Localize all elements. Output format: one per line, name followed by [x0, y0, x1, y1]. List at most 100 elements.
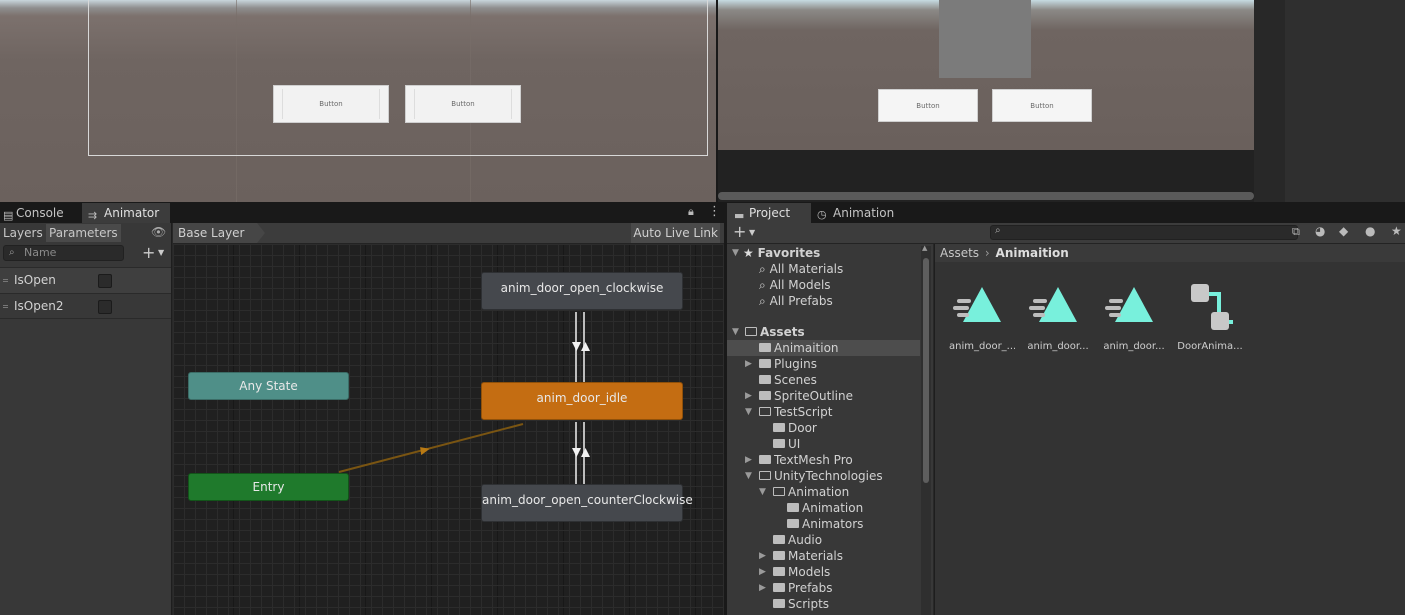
- expand-arrow-icon[interactable]: ▶: [745, 356, 752, 372]
- expand-arrow-icon[interactable]: ▼: [732, 327, 739, 337]
- folder-open-icon: [773, 487, 785, 496]
- tree-item[interactable]: ▶ Prefabs: [759, 580, 833, 596]
- entry-transition[interactable]: [338, 423, 524, 473]
- subtab-parameters[interactable]: Parameters: [46, 224, 121, 242]
- breadcrumb-assets[interactable]: Assets: [940, 246, 979, 260]
- filter-by-type-icon[interactable]: ◕: [1315, 224, 1325, 238]
- tab-animator[interactable]: ⇉ Animator: [82, 203, 170, 223]
- tree-item[interactable]: ▼ Animation: [759, 484, 850, 500]
- state-idle-default[interactable]: anim_door_idle: [481, 382, 683, 420]
- scroll-up-icon[interactable]: ▲: [922, 244, 927, 252]
- tree-item[interactable]: Audio: [773, 532, 822, 548]
- state-any-state[interactable]: Any State: [188, 372, 349, 400]
- asset-item[interactable]: anim_door...: [1101, 284, 1167, 352]
- tree-item[interactable]: ▼ UnityTechnologies: [745, 468, 883, 484]
- favorite-item[interactable]: ⌕ All Materials: [759, 261, 843, 277]
- tree-item[interactable]: UI: [773, 436, 800, 452]
- transition-arrow-down-icon: [572, 448, 581, 457]
- tree-item[interactable]: Door: [773, 420, 817, 436]
- expand-arrow-icon[interactable]: ▶: [745, 388, 752, 404]
- tree-item[interactable]: Scenes: [759, 372, 817, 388]
- tree-item[interactable]: Animation: [787, 500, 863, 516]
- tag-icon[interactable]: ◆: [1339, 224, 1348, 238]
- favorite-item[interactable]: ⌕ All Prefabs: [759, 293, 833, 309]
- folder-icon: [773, 439, 785, 448]
- asset-item[interactable]: anim_door...: [1025, 284, 1091, 352]
- tree-item-label: Animators: [802, 517, 864, 531]
- parameter-row[interactable]: IsOpen2: [0, 293, 171, 319]
- chevron-down-icon[interactable]: ▼: [749, 228, 755, 237]
- favorites-header[interactable]: ★ Favorites: [743, 245, 820, 261]
- game-view[interactable]: Button Button: [718, 0, 1254, 202]
- scene-view[interactable]: Button Button: [0, 0, 716, 202]
- folder-icon: [759, 359, 771, 368]
- search-by-type-icon[interactable]: ⧉: [1292, 225, 1300, 239]
- expand-arrow-icon[interactable]: ▼: [745, 468, 752, 484]
- add-parameter-button[interactable]: +: [142, 243, 155, 262]
- chevron-down-icon[interactable]: ▼: [158, 248, 164, 257]
- tree-item[interactable]: Scripts: [773, 596, 829, 612]
- expand-arrow-icon[interactable]: ▼: [732, 248, 739, 258]
- tree-item[interactable]: ▶ TextMesh Pro: [745, 452, 853, 468]
- state-clockwise[interactable]: anim_door_open_clockwise: [481, 272, 683, 310]
- parameter-checkbox[interactable]: [98, 300, 112, 314]
- animation-clip-icon: [1105, 287, 1153, 322]
- tab-project[interactable]: ▬ Project: [727, 203, 811, 223]
- breadcrumb-current[interactable]: Animaition: [996, 246, 1069, 260]
- state-entry[interactable]: Entry: [188, 473, 349, 501]
- expand-arrow-icon[interactable]: ▼: [759, 484, 766, 500]
- subtab-layers[interactable]: Layers: [0, 224, 46, 242]
- search-icon: ⌕: [759, 262, 766, 276]
- parameter-checkbox[interactable]: [98, 274, 112, 288]
- expand-arrow-icon[interactable]: ▶: [759, 564, 766, 580]
- asset-item[interactable]: anim_door_...: [949, 284, 1015, 352]
- breadcrumb-separator-icon: ›: [984, 246, 990, 260]
- state-machine-graph[interactable]: anim_door_open_clockwise anim_door_idle …: [173, 244, 724, 615]
- assets-root[interactable]: Assets: [745, 324, 805, 340]
- tree-item[interactable]: ▶ Materials: [759, 548, 843, 564]
- lock-icon[interactable]: 🔒︎: [688, 205, 694, 219]
- expand-arrow-icon[interactable]: ▶: [759, 548, 766, 564]
- favorites-label: Favorites: [757, 246, 821, 260]
- parameter-search-input[interactable]: ⌕ Name: [3, 245, 124, 261]
- game-ui-button[interactable]: Button: [878, 89, 978, 122]
- expand-arrow-icon[interactable]: ▶: [759, 580, 766, 596]
- scene-ui-button[interactable]: Button: [405, 85, 521, 123]
- parameter-row[interactable]: IsOpen: [0, 267, 171, 293]
- game-view-scrollbar[interactable]: [718, 192, 1254, 200]
- tree-item[interactable]: Animaition: [759, 340, 839, 356]
- drag-handle-icon[interactable]: [3, 279, 8, 282]
- auto-live-link-button[interactable]: Auto Live Link: [631, 223, 720, 243]
- asset-item[interactable]: DoorAnima...: [1177, 284, 1243, 352]
- warning-icon[interactable]: ●: [1365, 224, 1375, 238]
- tab-animation[interactable]: ◷ Animation: [813, 203, 905, 223]
- layer-breadcrumb[interactable]: Base Layer: [173, 223, 264, 243]
- tree-item[interactable]: ▼ TestScript: [745, 404, 832, 420]
- tab-animation-label: Animation: [833, 206, 895, 220]
- favorite-label: All Models: [769, 278, 831, 292]
- asset-label: anim_door...: [1027, 341, 1089, 352]
- project-search-input[interactable]: ⌕: [990, 225, 1298, 240]
- expand-arrow-icon[interactable]: ▶: [745, 452, 752, 468]
- kebab-menu-icon[interactable]: ⋮: [708, 204, 721, 219]
- tree-scroll-thumb[interactable]: [923, 258, 929, 483]
- tree-item[interactable]: ▶ Plugins: [745, 356, 817, 372]
- expand-arrow-icon[interactable]: ▼: [745, 404, 752, 420]
- game-ui-button[interactable]: Button: [992, 89, 1092, 122]
- tree-item[interactable]: Animators: [787, 516, 863, 532]
- drag-handle-icon[interactable]: [3, 305, 8, 308]
- project-toolbar: + ▼ ⌕ ⧉ ◕ ◆ ● ★: [727, 222, 1405, 244]
- folder-icon: [759, 455, 771, 464]
- transition-arrow-up-icon: [581, 342, 590, 351]
- eye-icon[interactable]: 👁︎: [151, 225, 166, 239]
- favorite-item[interactable]: ⌕ All Models: [759, 277, 831, 293]
- create-button[interactable]: +: [733, 222, 746, 241]
- tree-scrollbar[interactable]: ▲: [921, 244, 931, 615]
- tree-item[interactable]: ▶ Models: [759, 564, 830, 580]
- scene-ui-button[interactable]: Button: [273, 85, 389, 123]
- tree-item[interactable]: ▶ SpriteOutline: [745, 388, 853, 404]
- star-icon[interactable]: ★: [1391, 224, 1402, 238]
- state-counter-clockwise[interactable]: anim_door_open_counterClockwise: [481, 484, 693, 522]
- tab-console[interactable]: ▤ Console: [0, 203, 82, 223]
- tree-item-label: Animation: [788, 485, 850, 499]
